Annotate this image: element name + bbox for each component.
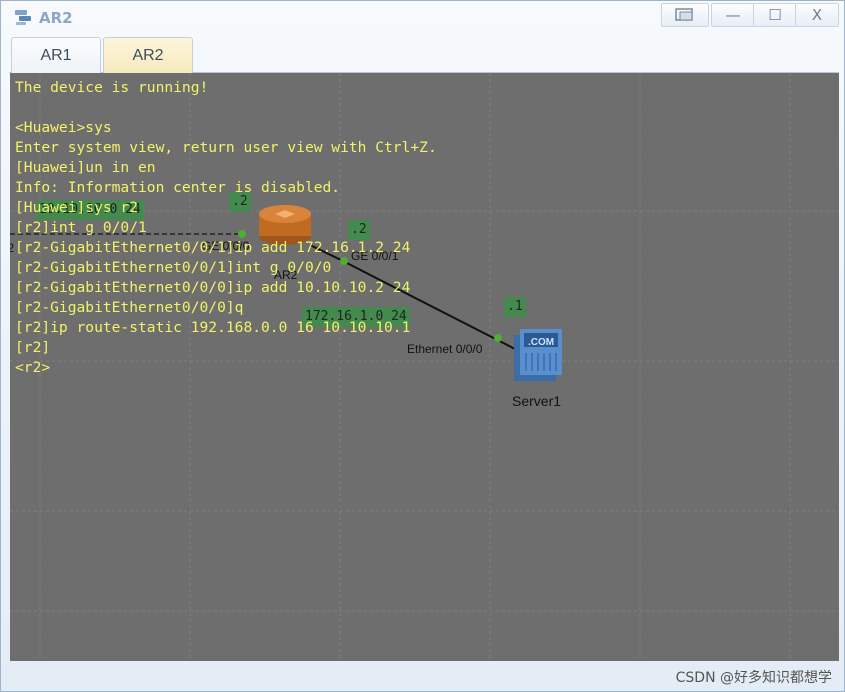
terminal-line: [Huawei]un in en (15, 159, 156, 176)
server-host-badge: .1 (504, 297, 526, 317)
minimize-icon: — (725, 6, 741, 24)
server1-icon[interactable]: .COM (514, 329, 562, 381)
terminal-line: [r2-GigabitEthernet0/0/1]ip add 172.16.1… (15, 239, 411, 256)
tab-label: AR1 (40, 46, 72, 64)
tab-label: AR2 (132, 47, 164, 64)
terminal-line: [r2] (15, 339, 51, 356)
maximize-icon: ☐ (768, 6, 782, 24)
terminal-output[interactable]: The device is running! <Huawei>sys Enter s… (15, 78, 437, 378)
terminal-line: <Huawei>sys (15, 119, 112, 136)
svg-text:.COM: .COM (528, 337, 554, 348)
terminal-line: [r2]int g 0/0/1 (15, 219, 147, 236)
close-button[interactable]: X (795, 3, 839, 27)
terminal-line: The device is running! (15, 79, 209, 96)
terminal-line: [Huawei]sys r2 (15, 199, 139, 216)
terminal-line: <r2> (15, 359, 51, 376)
port-dot-eth000 (494, 334, 502, 342)
terminal-line: Enter system view, return user view with… (15, 139, 437, 156)
title-bar[interactable]: AR2 — ☐ X (1, 1, 844, 33)
terminal-line: Info: Information center is disabled. (15, 179, 341, 196)
restore-window-button[interactable] (661, 3, 709, 27)
minimize-button[interactable]: — (711, 3, 755, 27)
restore-icon (675, 8, 693, 21)
terminal-line: [r2-GigabitEthernet0/0/1]int g 0/0/0 (15, 259, 332, 276)
terminal-line: [r2-GigabitEthernet0/0/0]ip add 10.10.10… (15, 279, 411, 296)
terminal-line: [r2]ip route-static 192.168.0.0 16 10.10… (15, 319, 411, 336)
server-label: Server1 (512, 393, 562, 409)
close-icon: X (811, 6, 823, 24)
watermark: CSDN @好多知识都想学 (675, 670, 832, 686)
tab-ar1[interactable]: AR1 (11, 37, 101, 73)
console-area[interactable]: .COM 10.10.10.0 24 .2 .2 172.16.1.0 24 .… (10, 73, 839, 661)
device-tabs: AR1 AR2 (9, 33, 839, 74)
terminal-line: [r2-GigabitEthernet0/0/0]q (15, 299, 244, 316)
window: AR2 — ☐ X AR1 AR2 .COM 10.10.10.0 24 .2 … (0, 0, 845, 692)
maximize-button[interactable]: ☐ (753, 3, 797, 27)
ensp-app-icon (15, 10, 31, 25)
window-title: AR2 (39, 9, 73, 27)
tab-ar2[interactable]: AR2 (103, 37, 193, 74)
edge-label-left: /2 (10, 241, 15, 255)
